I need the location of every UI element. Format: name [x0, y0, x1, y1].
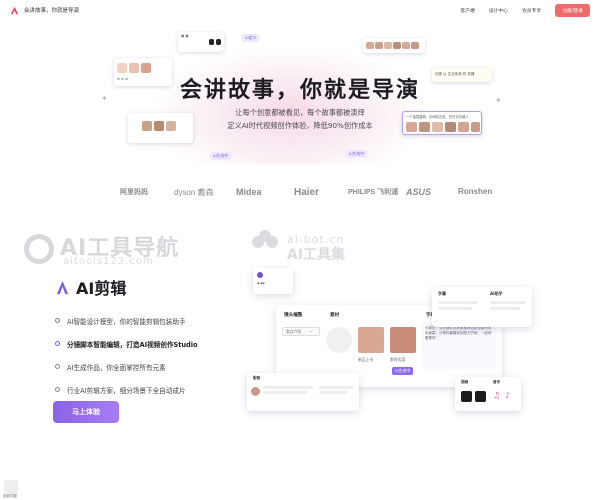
client-logo-philips: PHILIPS 飞利浦 [348, 189, 399, 196]
feature-item-label: AI智能设计模型，你的智能剪辑包装助手 [67, 317, 186, 326]
video-title: 视频 [461, 380, 469, 384]
watermark-logo-icon [24, 234, 54, 264]
thumb-image [384, 42, 392, 49]
hero-section: ▣ ▣ AI定义 ≡ ≡ ≡ AI生成中 汤泉 以 生化危机 机 机器 一个高层… [0, 20, 600, 165]
client-logo-asus: ASUS [406, 187, 432, 197]
feature-title: AI剪辑 [55, 275, 126, 299]
brand-logo-icon[interactable] [10, 6, 19, 15]
watermark2-icon [252, 230, 278, 248]
text-line [490, 301, 526, 304]
thumb-image [411, 42, 419, 49]
panel-material-title: 素材 [330, 313, 340, 318]
floating-phone-card: ▣ ▣ [178, 32, 224, 52]
subtitle-side-panel: 字幕 AI助手 [432, 287, 532, 327]
music-note-icon[interactable]: ♫ [493, 391, 500, 400]
back-to-top-icon[interactable] [4, 480, 18, 494]
avatar [251, 387, 260, 396]
side-panel-assistant: AI助手 [490, 291, 503, 296]
radio-dot-icon [55, 318, 60, 323]
material-image[interactable] [358, 327, 384, 353]
feature-item-active[interactable]: 分镜脚本智能编辑，打造AI视频创作Studio [55, 332, 198, 355]
thumb-image [393, 42, 401, 49]
client-logo-alimama: 阿里妈妈 [120, 189, 148, 196]
ai-generating-chip-right: AI生成中 [346, 150, 368, 158]
feature-title-text: AI剪辑 [76, 279, 127, 298]
feature-item[interactable]: 行业AI剪辑方案，细分场景下全自动成片 [55, 378, 198, 401]
radio-dot-icon [55, 341, 60, 346]
floating-card-filmstrip [363, 38, 425, 53]
mini-card-text: ▪ ▪▪ [257, 281, 265, 285]
text-line [438, 301, 478, 304]
text-line [490, 307, 520, 310]
thumb-image [375, 42, 383, 49]
client-logo-haier: Haier [294, 187, 320, 198]
nav-item-client[interactable]: 客户端 [460, 7, 474, 14]
client-logo-midea: Midea [236, 187, 262, 197]
chevron-down-icon: ⌄ [309, 328, 313, 333]
client-logos-row: 阿里妈妈 dyson 戴森 Midea Haier PHILIPS 飞利浦 AS… [0, 183, 600, 209]
ai-editor-logo-icon [56, 280, 69, 294]
watermark-url: aitools123.com [63, 256, 154, 267]
feature-list: AI智能设计模型，你的智能剪辑包装助手 分镜脚本智能编辑，打造AI视频创作Stu… [55, 309, 198, 401]
feature-item-label: AI生成作品，你全面掌控所有元素 [67, 363, 166, 372]
text-line [263, 386, 313, 389]
thumb-image [402, 42, 410, 49]
feature-item[interactable]: AI生成作品，你全面掌控所有元素 [55, 355, 198, 378]
radio-dot-icon [55, 364, 60, 369]
tiktok-icon[interactable] [475, 391, 486, 402]
card-caption: ▣ ▣ [181, 34, 189, 38]
text-line [319, 391, 347, 394]
nav-item-membership[interactable]: 会员专享 [522, 7, 541, 14]
feature-item-label: 分镜脚本智能编辑，打造AI视频创作Studio [67, 340, 198, 349]
thumb-image [209, 39, 214, 45]
text-line [319, 386, 353, 389]
voiceover-panel: 配音 [247, 373, 359, 411]
thumb-image [366, 42, 374, 49]
side-panel-title: 字幕 [438, 291, 446, 296]
text-line [263, 391, 307, 394]
feature-item-label: 行业AI剪辑方案，细分场景下全自动成片 [67, 386, 186, 395]
voiceover-title: 配音 [253, 376, 261, 380]
brand-slogan: 会讲故事，你就是导演 [24, 8, 80, 14]
script-text: 大家好！今天我们向大家推荐这款全新的水乳面霜，分享你最喜欢的配方护肤，一起来看看… [425, 326, 492, 340]
hero-subtitle-line1: 让每个创意都被看见，每个故事都被演绎 [235, 108, 365, 117]
feature-item[interactable]: AI智能设计模型，你的智能剪辑包装助手 [55, 309, 198, 332]
mini-user-card: ▪ ▪▪ [253, 268, 293, 294]
music-panel: 视频 音乐 ♫ ♪ [455, 377, 521, 411]
material-caption: 限时优惠 [390, 357, 406, 362]
music-note-icon[interactable]: ♪ [505, 391, 510, 400]
back-to-top-label: 回到顶部 [3, 494, 17, 498]
text-line [438, 307, 472, 310]
storyboard-select-value: 卖点介绍 [286, 329, 302, 334]
music-title: 音乐 [493, 380, 501, 384]
nav-item-design-center[interactable]: 设计中心 [489, 7, 508, 14]
hero-subtitle-line2: 定义AI时代视频创作体验，降低90%创作成本 [227, 121, 373, 130]
client-logo-ronshen: Ronshen [458, 187, 493, 196]
hero-title: 会讲故事，你就是导演 [179, 78, 420, 103]
try-now-button[interactable]: 马上体验 [53, 401, 119, 423]
material-caption: 新品上市 [358, 357, 374, 362]
radio-dot-icon [55, 387, 60, 392]
thumb-image [216, 39, 221, 45]
ai-generating-button[interactable]: AI生成中 [392, 367, 414, 375]
avatar [257, 272, 263, 278]
login-button[interactable]: 注册/登录 [555, 3, 590, 17]
material-image[interactable] [390, 327, 416, 353]
panel-storyboard-title: 镜头编整 [284, 313, 303, 318]
tiktok-icon[interactable] [461, 391, 472, 402]
ai-define-chip: AI定义 [242, 34, 260, 42]
top-navbar: 会讲故事，你就是导演 客户端 设计中心 会员专享 注册/登录 [0, 0, 600, 20]
ai-generating-chip: AI生成中 [210, 152, 232, 160]
upload-placeholder[interactable] [326, 327, 352, 353]
nav-menu: 客户端 设计中心 会员专享 注册/登录 [460, 0, 590, 20]
client-logo-dyson: dyson 戴森 [174, 188, 214, 197]
watermark2-brand: AI工具集 [287, 247, 346, 263]
